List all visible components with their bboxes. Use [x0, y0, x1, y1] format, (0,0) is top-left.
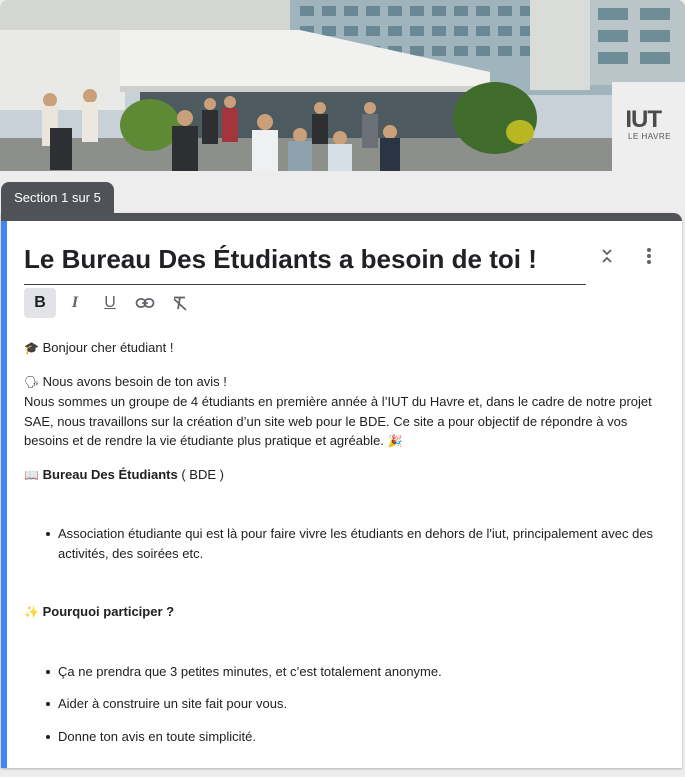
avis-text: Nous avons besoin de ton avis !: [42, 373, 227, 389]
bde-list: Association étudiante qui est là pour fa…: [24, 524, 654, 563]
list-item: Aider à construire un site fait pour vou…: [46, 694, 654, 714]
text-format-toolbar: B I U: [24, 288, 196, 320]
party-popper-icon: 🎉: [387, 434, 403, 448]
insert-link-button[interactable]: [129, 288, 161, 318]
greeting-text: Bonjour cher étudiant !: [42, 340, 174, 355]
collapse-section-button[interactable]: [593, 242, 621, 270]
bold-button[interactable]: B: [24, 288, 56, 318]
iut-logo-subtext: LE HAVRE: [628, 132, 671, 141]
more-options-button[interactable]: [635, 242, 663, 270]
open-book-icon: 📖: [24, 467, 39, 482]
intro-paragraph: Nous sommes un groupe de 4 étudiants en …: [24, 392, 654, 452]
intro-text: Nous sommes un groupe de 4 étudiants en …: [24, 394, 652, 448]
clear-format-icon: [173, 296, 187, 311]
iut-logo: IUT: [625, 106, 662, 133]
bold-icon: B: [34, 294, 46, 311]
active-indicator-bar: [1, 221, 7, 768]
section-description[interactable]: 🎓 Bonjour cher étudiant ! 🗣 Nous avons b…: [24, 338, 654, 746]
header-image: IUT LE HAVRE: [0, 0, 685, 171]
section-indicator: Section 1 sur 5: [1, 182, 114, 214]
graduation-cap-icon: 🎓: [24, 341, 39, 355]
bde-title: Bureau Des Étudiants: [42, 466, 178, 482]
list-item: Association étudiante qui est là pour fa…: [46, 524, 654, 563]
underline-icon: U: [104, 294, 116, 311]
campus-photo: [0, 0, 685, 171]
italic-button[interactable]: I: [59, 288, 91, 318]
collapse-icon: [602, 249, 612, 263]
list-item: Ça ne prendra que 3 petites minutes, et …: [46, 662, 654, 682]
underline-button[interactable]: U: [94, 288, 126, 318]
why-title: Pourquoi participer ?: [42, 604, 175, 619]
sparkles-icon: ✨: [24, 605, 39, 619]
more-vert-icon: [647, 248, 651, 264]
section-title-field[interactable]: Le Bureau Des Étudiants a besoin de toi …: [24, 243, 586, 285]
card-top-bar: [1, 213, 682, 221]
section-card: Le Bureau Des Étudiants a besoin de toi …: [1, 213, 682, 768]
bde-heading: 📖 Bureau Des Étudiants ( BDE ): [24, 465, 654, 486]
list-item: Donne ton avis en toute simplicité.: [46, 727, 654, 747]
clear-formatting-button[interactable]: [164, 288, 196, 318]
why-list: Ça ne prendra que 3 petites minutes, et …: [24, 662, 654, 747]
greeting-line: 🎓 Bonjour cher étudiant !: [24, 338, 654, 359]
italic-icon: I: [71, 294, 79, 311]
why-heading: ✨ Pourquoi participer ?: [24, 602, 654, 623]
section-title[interactable]: Le Bureau Des Étudiants a besoin de toi …: [24, 243, 586, 275]
bde-suffix: ( BDE ): [177, 466, 224, 482]
link-icon: [135, 298, 155, 308]
avis-line: 🗣 Nous avons besoin de ton avis !: [24, 372, 654, 393]
speaking-head-icon: 🗣: [24, 374, 40, 389]
